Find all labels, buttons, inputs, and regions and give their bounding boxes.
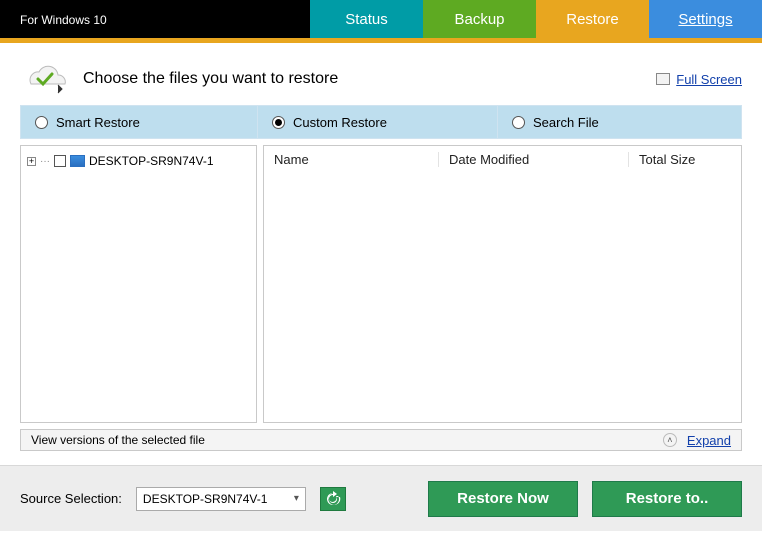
refresh-icon (325, 491, 341, 507)
main-nav: Status Backup Restore Settings (310, 0, 762, 38)
fullscreen-link[interactable]: Full Screen (656, 72, 742, 87)
tree-root-label: DESKTOP-SR9N74V-1 (89, 154, 214, 168)
mode-custom-label: Custom Restore (293, 115, 387, 130)
col-date[interactable]: Date Modified (439, 152, 629, 167)
expand-icon[interactable]: + (27, 157, 36, 166)
chevron-up-icon: ˄ (663, 433, 677, 447)
app-header: For Windows 10 Status Backup Restore Set… (0, 0, 762, 38)
file-tree: + ··· DESKTOP-SR9N74V-1 (20, 145, 257, 423)
versions-bar[interactable]: View versions of the selected file ˄ Exp… (20, 429, 742, 451)
mode-smart-restore[interactable]: Smart Restore (21, 106, 258, 138)
restore-to-button[interactable]: Restore to.. (592, 481, 742, 517)
page-title: Choose the files you want to restore (83, 70, 338, 88)
col-name[interactable]: Name (264, 152, 439, 167)
expand-link[interactable]: Expand (687, 433, 731, 448)
mode-smart-label: Smart Restore (56, 115, 140, 130)
col-size[interactable]: Total Size (629, 152, 741, 167)
versions-label: View versions of the selected file (31, 433, 205, 447)
computer-icon (70, 155, 85, 167)
radio-icon (272, 116, 285, 129)
fullscreen-label: Full Screen (676, 72, 742, 87)
source-label: Source Selection: (20, 491, 122, 506)
mode-search-file[interactable]: Search File (498, 106, 741, 138)
radio-icon (35, 116, 48, 129)
file-list: Name Date Modified Total Size (263, 145, 742, 423)
tree-checkbox[interactable] (54, 155, 66, 167)
source-value: DESKTOP-SR9N74V-1 (143, 492, 268, 506)
page-top: Choose the files you want to restore Ful… (0, 43, 762, 105)
mode-search-label: Search File (533, 115, 599, 130)
header-left: For Windows 10 (0, 11, 107, 27)
tree-root-row[interactable]: + ··· DESKTOP-SR9N74V-1 (27, 154, 250, 168)
radio-icon (512, 116, 525, 129)
tree-connector: ··· (40, 156, 50, 167)
main-area: + ··· DESKTOP-SR9N74V-1 Name Date Modifi… (20, 145, 742, 423)
restore-mode-tabs: Smart Restore Custom Restore Search File (20, 105, 742, 139)
restore-now-button[interactable]: Restore Now (428, 481, 578, 517)
nav-status[interactable]: Status (310, 0, 423, 38)
fullscreen-icon (656, 73, 670, 85)
nav-restore[interactable]: Restore (536, 0, 649, 38)
page-title-group: Choose the files you want to restore (20, 63, 338, 95)
chevron-down-icon: ▾ (294, 493, 299, 504)
refresh-button[interactable] (320, 487, 346, 511)
source-select[interactable]: DESKTOP-SR9N74V-1 ▾ (136, 487, 306, 511)
app-subtitle: For Windows 10 (20, 13, 107, 27)
nav-backup[interactable]: Backup (423, 0, 536, 38)
mode-custom-restore[interactable]: Custom Restore (258, 106, 498, 138)
bottom-bar: Source Selection: DESKTOP-SR9N74V-1 ▾ Re… (0, 465, 762, 531)
file-list-header: Name Date Modified Total Size (264, 146, 741, 172)
nav-settings[interactable]: Settings (649, 0, 762, 38)
cloud-check-icon (20, 63, 68, 95)
